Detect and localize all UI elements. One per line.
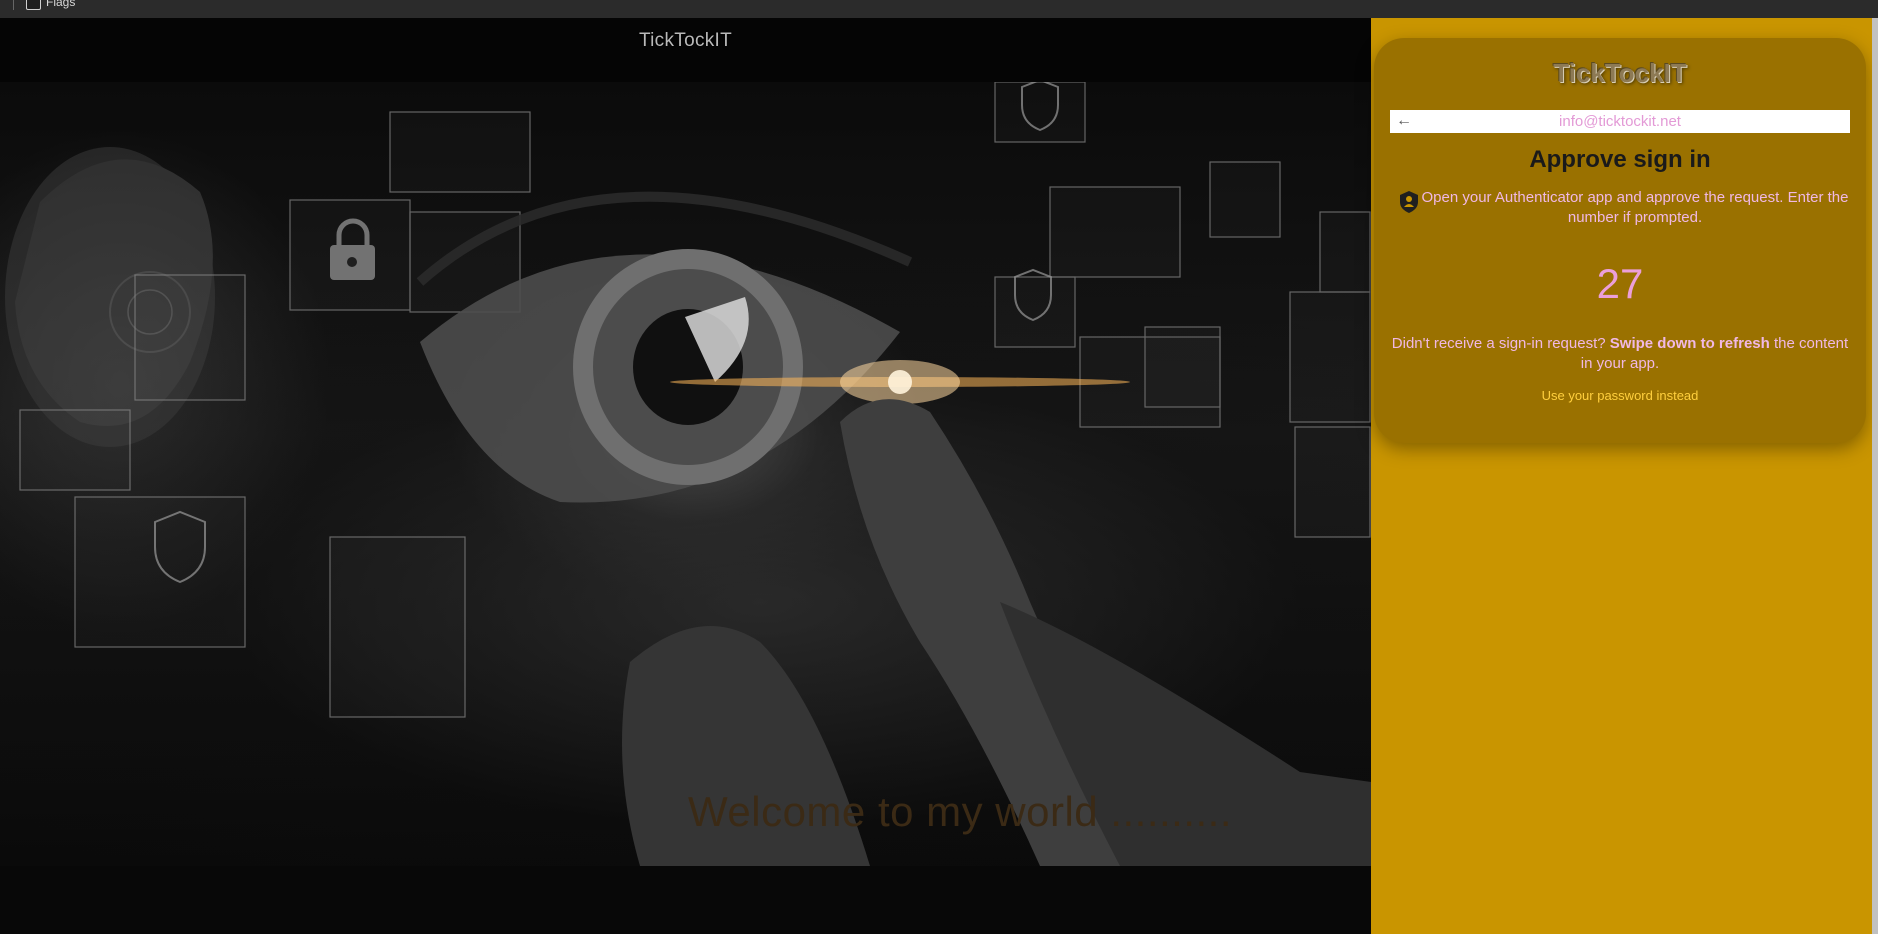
page-title: Approve sign in bbox=[1529, 146, 1711, 173]
browser-toolbar: Flags bbox=[0, 0, 1878, 19]
no-request-bold: Swipe down to refresh bbox=[1609, 335, 1770, 352]
signin-card: TickTockIT ← info@ticktockit.net Approve… bbox=[1374, 38, 1866, 443]
no-request-text: Didn't receive a sign-in request? Swipe … bbox=[1386, 334, 1854, 374]
approve-instruction: Open your Authenticator app and approve … bbox=[1421, 189, 1849, 226]
flags-label: Flags bbox=[46, 0, 76, 9]
cyber-eye-image bbox=[0, 82, 1371, 866]
page-scrollbar[interactable] bbox=[1872, 18, 1878, 934]
identity-bar: ← info@ticktockit.net bbox=[1390, 110, 1850, 133]
flags-checkbox[interactable] bbox=[26, 0, 41, 10]
account-email: info@ticktockit.net bbox=[1559, 113, 1681, 130]
authenticator-lock-icon bbox=[1400, 191, 1418, 213]
hero-artwork bbox=[5, 82, 1371, 866]
welcome-text: Welcome to my world .......... bbox=[688, 788, 1233, 835]
brand-logo: TickTockIT bbox=[1553, 58, 1687, 88]
use-password-link[interactable]: Use your password instead bbox=[1374, 388, 1866, 403]
hero-title: TickTockIT bbox=[638, 30, 733, 51]
hero-section: TickTockIT Welcome to my world .........… bbox=[0, 18, 1371, 934]
approval-number: 27 bbox=[1596, 260, 1644, 307]
toolbar-divider bbox=[13, 0, 14, 10]
no-request-prefix: Didn't receive a sign-in request? bbox=[1391, 335, 1610, 352]
hero-footer bbox=[0, 866, 1371, 934]
scrollbar-thumb[interactable] bbox=[1872, 18, 1878, 934]
